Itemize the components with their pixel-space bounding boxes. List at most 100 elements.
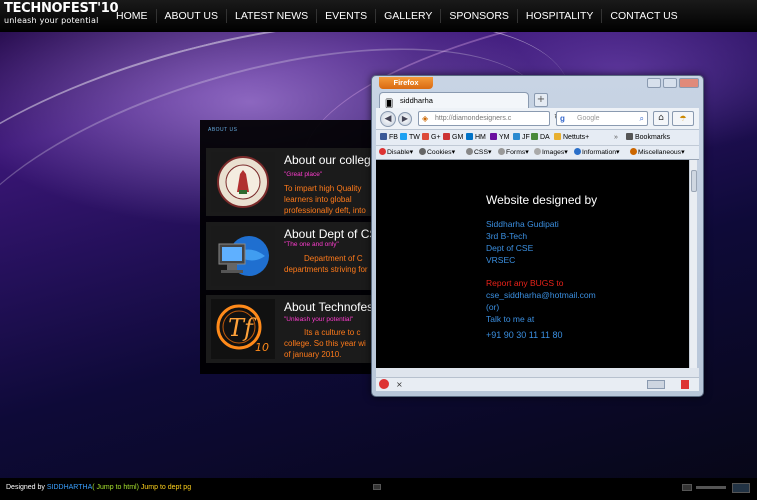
chevron-right-icon[interactable]: » (614, 130, 618, 145)
gmail-icon (443, 133, 450, 140)
bookmark-item[interactable]: Nettuts+ (554, 130, 589, 145)
google-plus-icon (422, 133, 429, 140)
firefox-window: Firefox 🂠 siddharha + ◀ ▶ ◈ http://diamo… (371, 75, 704, 397)
talk-text: Talk to me at (486, 314, 535, 324)
card-text-line: learners into global (284, 195, 352, 204)
designer-year: 3rd B-Tech (486, 231, 528, 241)
search-box[interactable]: g Google ⌕ (556, 111, 648, 126)
close-window-button[interactable] (679, 78, 699, 88)
designer-college: VRSEC (486, 255, 516, 265)
vertical-scrollbar[interactable] (689, 160, 697, 368)
footer-widget[interactable] (373, 484, 381, 490)
bookmark-item[interactable]: JF (513, 130, 530, 145)
bookmark-item[interactable]: YM (490, 130, 510, 145)
nav-sponsors[interactable]: SPONSORS (440, 9, 517, 23)
site-identity-icon: ◈ (422, 114, 429, 123)
report-bugs-line: Report any BUGS to (486, 278, 564, 288)
card-quote: "Unleash your potential" (284, 316, 354, 323)
page-footer: Designed by SIDDHARTHA( Jump to html) Ju… (0, 478, 757, 500)
card-title: About our college (284, 153, 378, 167)
bookmarks-menu[interactable]: Bookmarks (626, 130, 670, 145)
footer-thumbnail[interactable] (732, 483, 750, 493)
footer-prefix: Designed by (6, 484, 47, 491)
card-text-line: To impart high Quality (284, 184, 362, 193)
card-text-line: Its a culture to c (304, 328, 361, 337)
nav-events[interactable]: EVENTS (316, 9, 375, 23)
bookmark-item[interactable]: TW (400, 130, 420, 145)
twitter-icon (400, 133, 407, 140)
forward-button[interactable]: ▶ (398, 112, 412, 126)
card-text-line: departments striving for (284, 265, 368, 274)
home-button[interactable]: ⌂ (653, 111, 669, 126)
card-text-line: college. So this year wi (284, 339, 366, 348)
college-emblem-image (211, 152, 275, 212)
status-widget[interactable] (647, 380, 665, 389)
designed-by-heading: Website designed by (486, 193, 598, 207)
card-about-technofest[interactable]: Tf 10 About Technofest "Unleash your pot… (206, 295, 390, 363)
minimize-button[interactable] (647, 78, 661, 88)
devbar-forms[interactable]: Forms▾ (498, 146, 529, 159)
tab-title: siddharha (400, 96, 433, 105)
footer-widget[interactable] (682, 484, 692, 491)
addon-button[interactable]: ☂ (672, 111, 694, 126)
browser-tab[interactable]: 🂠 siddharha (379, 92, 529, 108)
report-suffix: to (554, 278, 564, 288)
bugs-word: BUGS (529, 278, 555, 288)
nav-home[interactable]: HOME (108, 9, 156, 23)
cookies-icon (419, 148, 426, 155)
nav-hospitality[interactable]: HOSPITALITY (516, 9, 602, 23)
window-controls (647, 78, 699, 88)
card-text-line: of january 2010. (284, 350, 342, 359)
main-nav: HOME ABOUT US LATEST NEWS EVENTS GALLERY… (108, 0, 686, 32)
card-about-college[interactable]: About our college "Great place" To impar… (206, 148, 390, 216)
jump-to-dept-link[interactable]: Jump to dept pg (139, 484, 191, 491)
devbar-images[interactable]: Images▾ (534, 146, 568, 159)
devbar-cookies[interactable]: Cookies▾ (419, 146, 455, 159)
logo-tagline: unleash your potential (4, 16, 99, 25)
bookmark-item[interactable]: HM (466, 130, 486, 145)
contact-email[interactable]: cse_siddharha@hotmail.com (486, 290, 596, 300)
maximize-button[interactable] (663, 78, 677, 88)
bookmark-item[interactable]: DA (531, 130, 550, 145)
nav-contact-us[interactable]: CONTACT US (601, 9, 685, 23)
card-text-line: professionally deft, into (284, 206, 366, 215)
devbar-information[interactable]: Information▾ (574, 146, 619, 159)
google-icon: g (560, 114, 565, 123)
footer-credits: Designed by SIDDHARTHA( Jump to html) Ju… (6, 481, 191, 495)
back-button[interactable]: ◀ (380, 111, 396, 127)
yahoo-mail-icon (490, 133, 497, 140)
addon-bar-icon[interactable] (379, 379, 389, 389)
card-about-dept[interactable]: About Dept of CSE "The one and only" Dep… (206, 222, 390, 290)
devbar-disable[interactable]: Disable▾ (379, 146, 413, 159)
scrollbar-thumb[interactable] (691, 170, 697, 192)
bookmark-item[interactable]: G+ (422, 130, 441, 145)
close-addon-bar-icon[interactable]: × (396, 378, 403, 391)
nav-about-us[interactable]: ABOUT US (155, 9, 226, 23)
card-text-line: Department of C (304, 254, 363, 263)
site-logo[interactable]: TECHNOFEST'10 unleash your potential (4, 2, 119, 26)
search-icon[interactable]: ⌕ (640, 112, 644, 125)
hotmail-icon (466, 133, 473, 140)
web-developer-toolbar: Disable▾ Cookies▾ CSS▾ Forms▾ Images▾ In… (376, 146, 699, 160)
folder-icon (554, 133, 561, 140)
nav-gallery[interactable]: GALLERY (375, 9, 440, 23)
footer-designer-link[interactable]: SIDDHARTHA (47, 484, 92, 491)
bookmark-item[interactable]: GM (443, 130, 463, 145)
computer-image (211, 226, 275, 286)
new-tab-button[interactable]: + (534, 93, 548, 107)
panel-heading: ABOUT US (208, 127, 238, 133)
about-us-panel: ABOUT US About our college "Great place"… (200, 120, 390, 374)
bookmarks-icon (626, 133, 633, 140)
page-content: Website designed by Siddharha Gudipati 3… (376, 160, 689, 368)
jump-to-html-link[interactable]: ( Jump to html) (92, 484, 139, 491)
devbar-miscellaneous[interactable]: Miscellaneous▾ (630, 146, 685, 159)
status-addon-icon[interactable] (681, 380, 689, 389)
nav-latest-news[interactable]: LATEST NEWS (225, 9, 316, 23)
url-bar[interactable]: ◈ http://diamondesigners.c (418, 111, 550, 126)
phone-number: +91 90 30 11 11 80 (486, 330, 563, 340)
footer-slider[interactable] (696, 486, 726, 489)
devbar-css[interactable]: CSS▾ (466, 146, 491, 159)
svg-text:Tf: Tf (228, 314, 257, 342)
firefox-menu-button[interactable]: Firefox (379, 77, 433, 89)
bookmark-item[interactable]: FB (380, 130, 398, 145)
